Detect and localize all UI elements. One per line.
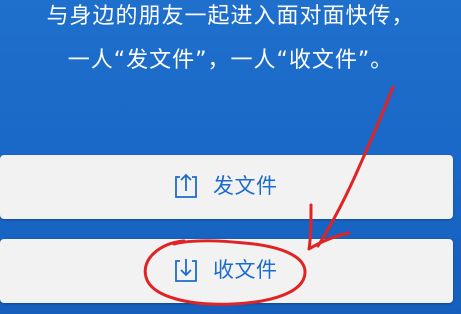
download-icon	[175, 259, 197, 282]
upload-icon	[175, 173, 197, 198]
receive-file-label: 收文件	[213, 258, 278, 282]
receive-file-button[interactable]: 收文件	[0, 239, 453, 303]
intro-text-line-2: 一人“发文件”，一人“收文件”。	[67, 48, 394, 73]
send-file-label: 发文件	[213, 174, 278, 198]
send-file-button[interactable]: 发文件	[0, 155, 453, 219]
intro-text-line-1: 与身边的朋友一起进入面对面快传，	[46, 4, 415, 29]
